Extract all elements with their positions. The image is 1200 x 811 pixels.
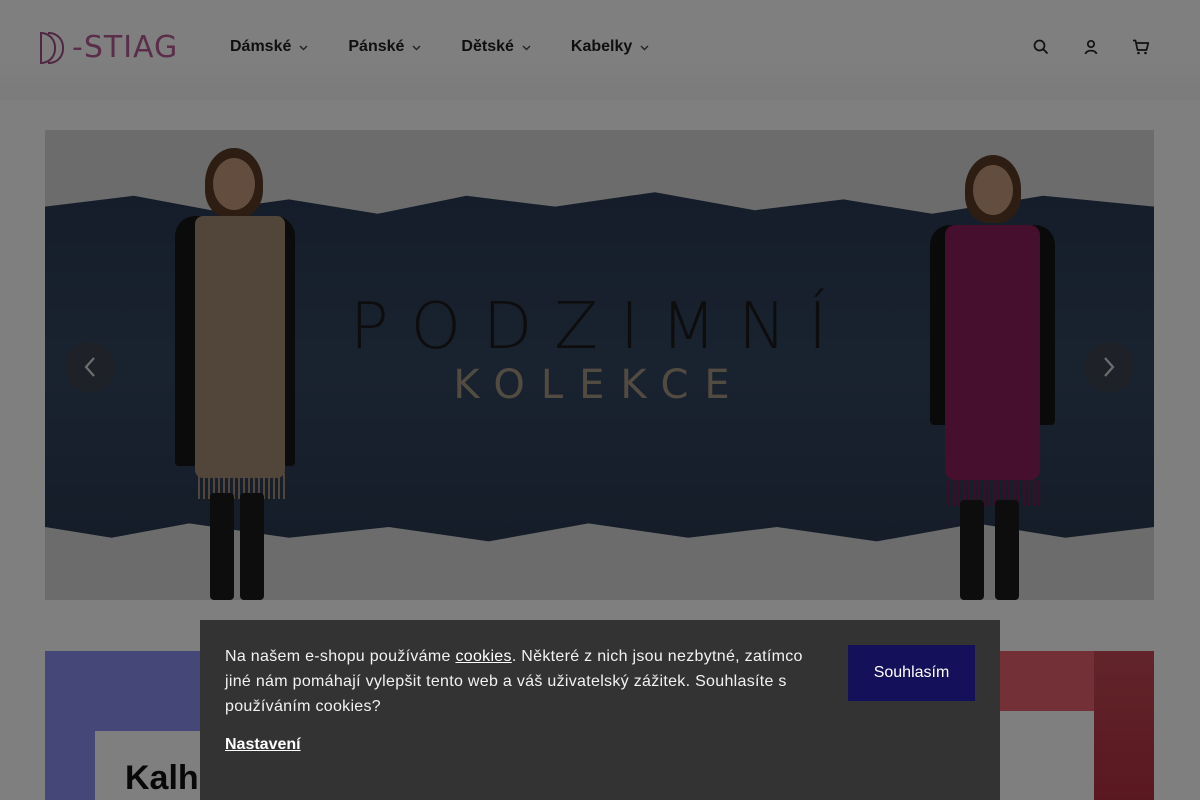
chevron-down-icon [412,43,421,54]
logo-text: -STIAG [72,29,179,65]
hero-slider[interactable]: PODZIMNÍ KOLEKCE [45,130,1154,600]
nav-label: Dámské [230,38,292,55]
nav-item-damske[interactable]: Dámské [230,38,308,56]
nav-label: Kabelky [570,38,633,55]
chevron-left-icon [84,357,95,377]
cookies-link[interactable]: cookies [455,648,511,665]
search-icon[interactable] [1032,36,1050,58]
nav-item-detske[interactable]: Dětské [461,38,531,56]
cookie-settings-link[interactable]: Nastavení [225,736,301,754]
hero-subtitle: KOLEKCE [453,362,746,408]
nav-item-kabelky[interactable]: Kabelky [571,38,649,56]
chevron-down-icon [299,43,308,54]
cookie-message: Na našem e-shopu používáme cookies. Někt… [225,644,815,719]
chevron-right-icon [1104,357,1115,377]
site-logo[interactable]: -STIAG [40,29,179,65]
nav-item-panske[interactable]: Pánské [348,38,421,56]
header-actions [1032,36,1150,58]
main-nav: Dámské Pánské Dětské Kabelky [230,38,689,56]
cookie-text-before: Na našem e-shopu používáme [225,648,456,665]
cookie-banner: Na našem e-shopu používáme cookies. Někt… [200,620,1000,800]
nav-label: Dětské [461,38,514,55]
site-header: -STIAG Dámské Pánské Dětské Kabelky [0,0,1200,100]
slider-next-button[interactable] [1084,342,1134,392]
chevron-down-icon [522,43,531,54]
chevron-down-icon [640,43,649,54]
slider-prev-button[interactable] [65,342,115,392]
hero-title: PODZIMNÍ [350,290,849,364]
accept-cookies-button[interactable]: Souhlasím [848,645,975,701]
nav-label: Pánské [348,38,405,55]
user-icon[interactable] [1082,36,1100,58]
cart-icon[interactable] [1132,36,1150,58]
tile-model-image [1094,651,1154,800]
logo-mark [40,32,70,64]
